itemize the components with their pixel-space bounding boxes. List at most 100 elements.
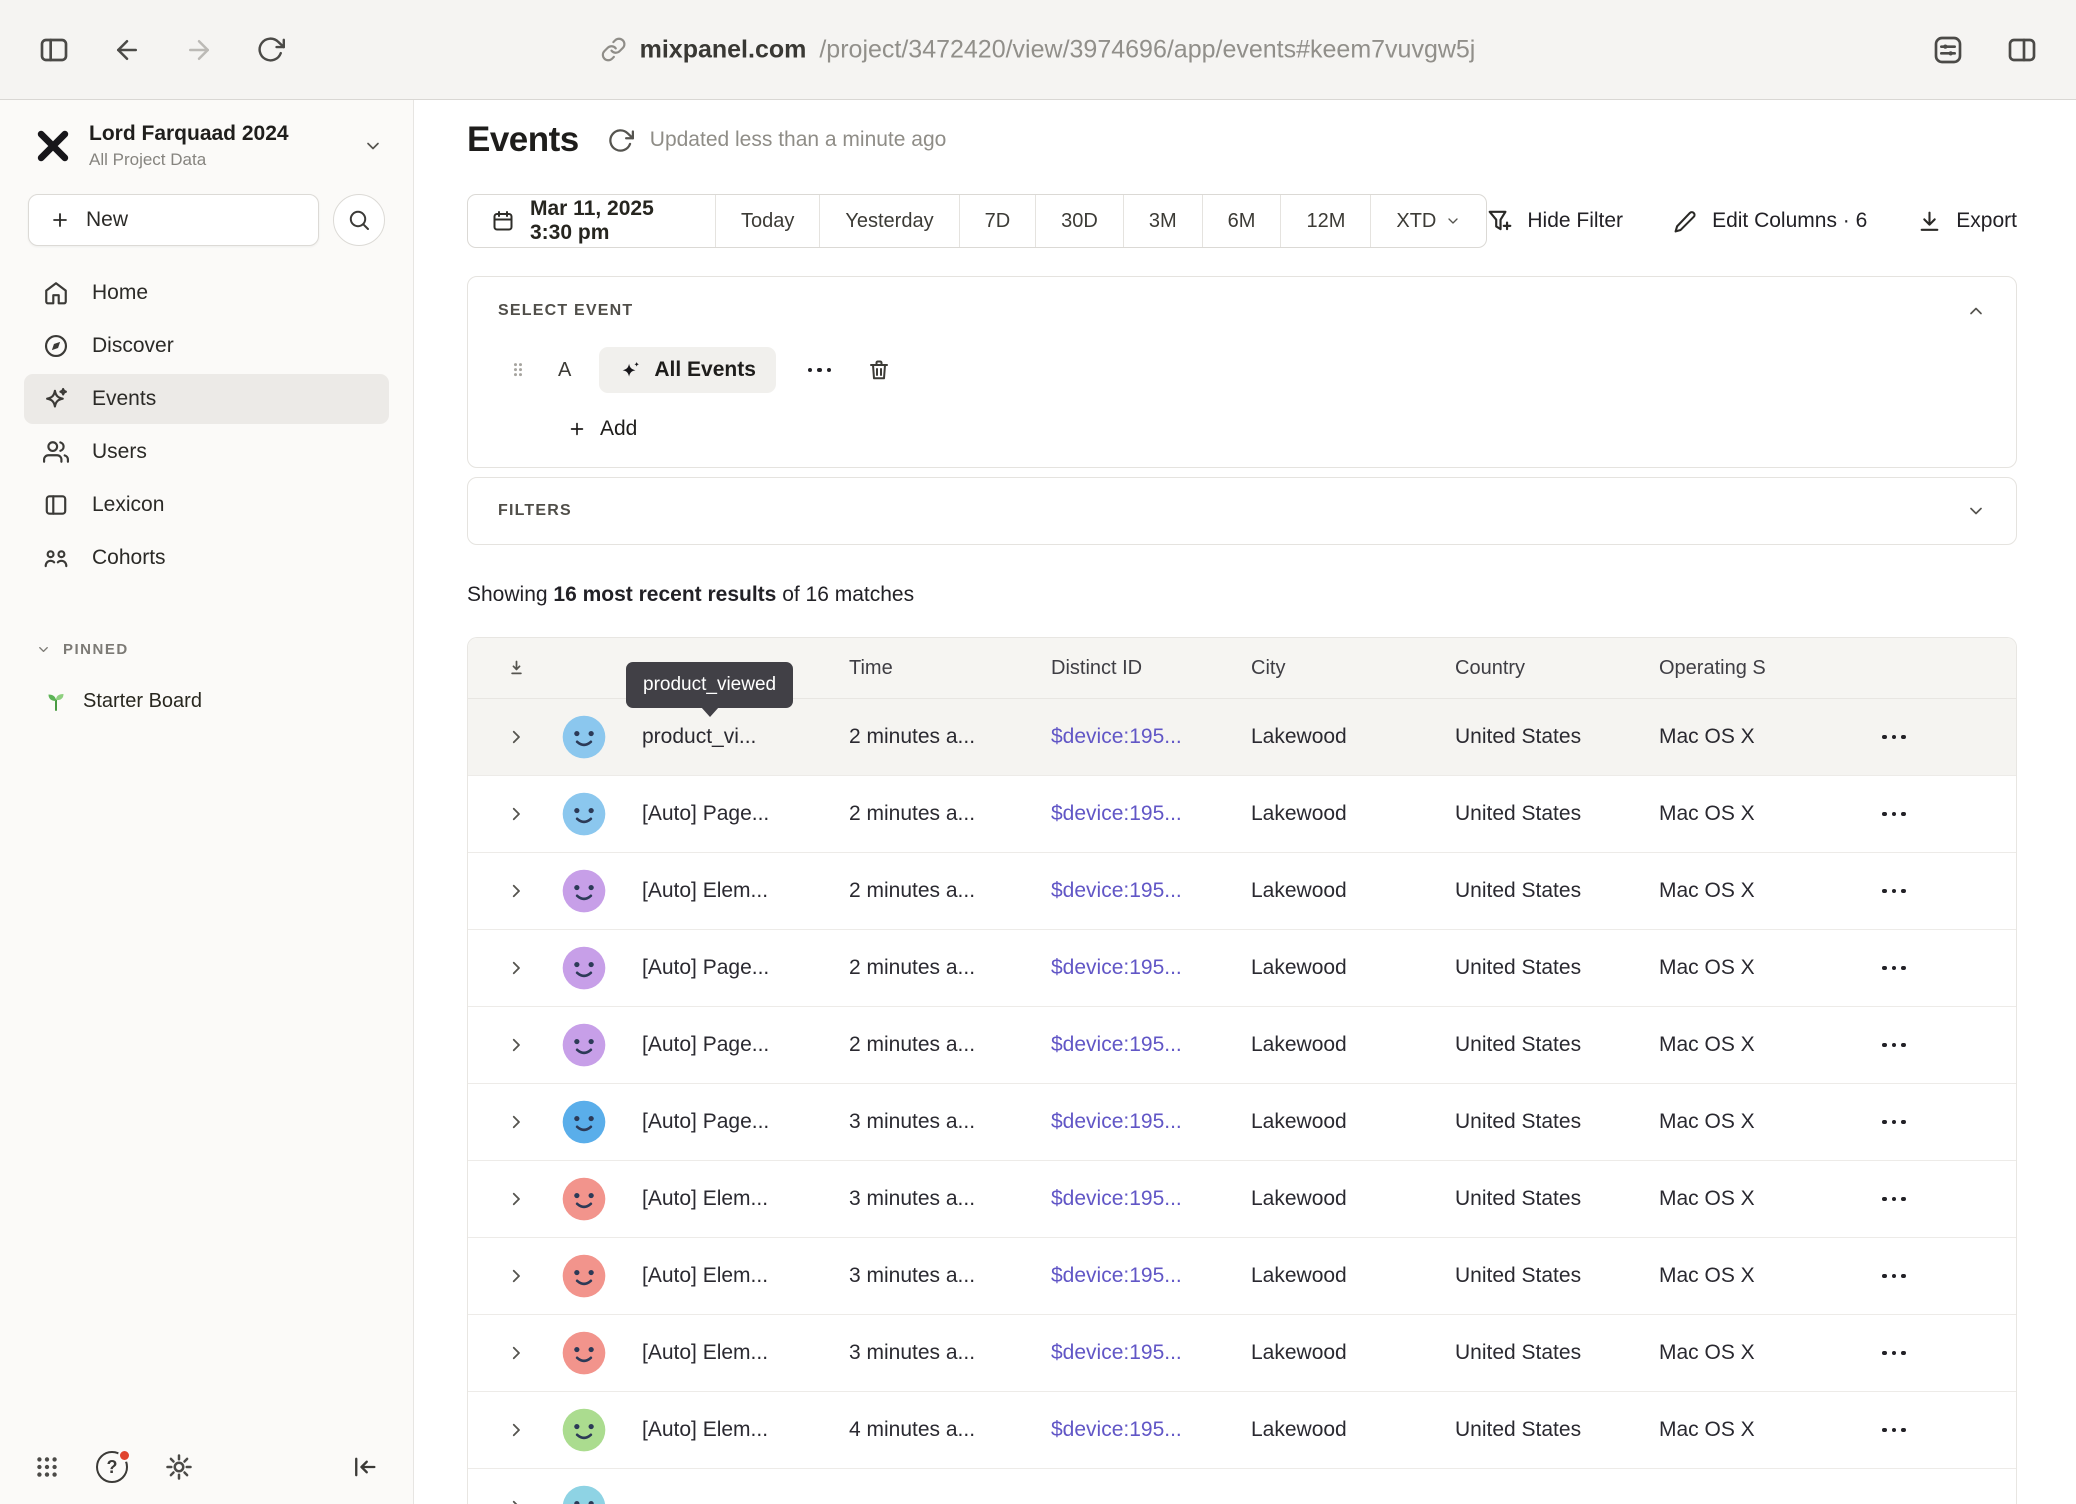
range-6m-button[interactable]: 6M <box>1202 195 1281 247</box>
event-name[interactable]: [Auto] Page... <box>620 956 832 980</box>
pinned-section-header[interactable]: PINNED <box>24 641 389 658</box>
row-more-button[interactable] <box>1874 727 1914 748</box>
distinct-id-link[interactable]: $device:195... <box>1036 725 1236 749</box>
row-more-button[interactable] <box>1874 1420 1914 1441</box>
row-expand-chevron-icon[interactable] <box>507 805 525 823</box>
column-header-city[interactable]: City <box>1236 657 1440 680</box>
distinct-id-link[interactable]: $device:195... <box>1036 879 1236 903</box>
browser-back-icon[interactable] <box>112 35 142 65</box>
drag-handle-icon[interactable] <box>508 359 528 381</box>
event-name[interactable]: [Auto] Elem... <box>620 1341 832 1365</box>
column-header-time[interactable]: Time <box>832 657 1036 680</box>
sidebar-item-lexicon[interactable]: Lexicon <box>24 480 389 530</box>
distinct-id-link[interactable]: $device:195... <box>1036 1264 1236 1288</box>
row-expand-chevron-icon[interactable] <box>507 1113 525 1131</box>
add-event-button[interactable]: Add <box>567 417 1986 441</box>
row-expand-chevron-icon[interactable] <box>507 1267 525 1285</box>
event-name[interactable]: [Auto] Page... <box>620 1033 832 1057</box>
column-header-country[interactable]: Country <box>1440 657 1644 680</box>
refresh-icon[interactable] <box>607 127 634 154</box>
new-button[interactable]: New <box>28 194 319 246</box>
date-picker-button[interactable]: Mar 11, 2025 3:30 pm <box>468 195 715 247</box>
row-expand-chevron-icon[interactable] <box>507 1036 525 1054</box>
distinct-id-link[interactable]: $device:195... <box>1036 956 1236 980</box>
range-30d-button[interactable]: 30D <box>1035 195 1123 247</box>
event-name[interactable]: [Auto] Page... <box>620 802 832 826</box>
distinct-id-link[interactable]: $device:195... <box>1036 1187 1236 1211</box>
row-expand-chevron-icon[interactable] <box>507 1421 525 1439</box>
help-button[interactable]: ? <box>96 1451 128 1483</box>
event-name[interactable]: [Auto] Elem... <box>620 1187 832 1211</box>
row-expand-chevron-icon[interactable] <box>507 1190 525 1208</box>
table-row[interactable]: [Auto] Elem...3 minutes a...$device:195.… <box>468 1161 2016 1238</box>
range-today-button[interactable]: Today <box>715 195 819 247</box>
row-expand-chevron-icon[interactable] <box>507 959 525 977</box>
filters-card[interactable]: FILTERS <box>467 477 2017 545</box>
row-more-button[interactable] <box>1874 1112 1914 1133</box>
sidebar-item-cohorts[interactable]: Cohorts <box>24 533 389 583</box>
apps-grid-icon[interactable] <box>34 1454 60 1480</box>
row-expand-chevron-icon[interactable] <box>507 1498 525 1504</box>
range-xtd-button[interactable]: XTD <box>1370 195 1486 247</box>
table-row[interactable]: [Auto] Page...2 minutes a...$device:195.… <box>468 930 2016 1007</box>
hide-filter-button[interactable]: Hide Filter <box>1487 208 1623 234</box>
collapse-sidebar-icon[interactable] <box>351 1453 379 1481</box>
row-more-button[interactable] <box>1874 1497 1914 1504</box>
settings-gear-icon[interactable] <box>164 1452 194 1482</box>
page-settings-icon[interactable] <box>1932 34 1964 66</box>
table-row[interactable]: [Auto] Page...2 minutes a...$device:195.… <box>468 776 2016 853</box>
row-more-button[interactable] <box>1874 1189 1914 1210</box>
all-events-chip[interactable]: All Events <box>599 347 776 393</box>
edit-columns-button[interactable]: Edit Columns · 6 <box>1673 209 1867 234</box>
row-expand-chevron-icon[interactable] <box>507 728 525 746</box>
range-3m-button[interactable]: 3M <box>1123 195 1202 247</box>
project-switcher[interactable]: Lord Farquaad 2024 All Project Data <box>34 122 383 170</box>
event-name[interactable]: [Auto] Page... <box>620 1110 832 1134</box>
trash-icon[interactable] <box>867 358 891 382</box>
row-more-button[interactable] <box>1874 1343 1914 1364</box>
browser-reload-icon[interactable] <box>256 35 285 64</box>
table-row[interactable]: [Auto] Elem...3 minutes a...$device:195.… <box>468 1238 2016 1315</box>
distinct-id-link[interactable]: $device:195... <box>1036 1110 1236 1134</box>
sidebar-item-starter-board[interactable]: Starter Board <box>24 678 389 724</box>
column-header-distinct-id[interactable]: Distinct ID <box>1036 657 1236 680</box>
column-header-os[interactable]: Operating S <box>1644 657 1868 680</box>
export-button[interactable]: Export <box>1917 209 2017 234</box>
table-row[interactable] <box>468 1469 2016 1504</box>
row-more-button[interactable] <box>1874 881 1914 902</box>
range-12m-button[interactable]: 12M <box>1280 195 1370 247</box>
sidebar-item-discover[interactable]: Discover <box>24 321 389 371</box>
range-7d-button[interactable]: 7D <box>959 195 1036 247</box>
browser-forward-icon[interactable] <box>184 35 214 65</box>
split-view-icon[interactable] <box>2006 34 2038 66</box>
row-expand-chevron-icon[interactable] <box>507 882 525 900</box>
distinct-id-link[interactable]: $device:195... <box>1036 1418 1236 1442</box>
row-expand-chevron-icon[interactable] <box>507 1344 525 1362</box>
distinct-id-link[interactable]: $device:195... <box>1036 1341 1236 1365</box>
event-name[interactable]: [Auto] Elem... <box>620 879 832 903</box>
search-button[interactable] <box>333 194 385 246</box>
sidebar-item-home[interactable]: Home <box>24 268 389 318</box>
table-row[interactable]: [Auto] Elem...2 minutes a...$device:195.… <box>468 853 2016 930</box>
browser-sidebar-toggle-icon[interactable] <box>38 34 70 66</box>
row-more-button[interactable] <box>1874 804 1914 825</box>
row-more-button[interactable] <box>1874 958 1914 979</box>
event-name[interactable]: [Auto] Elem... <box>620 1418 832 1442</box>
table-row[interactable]: [Auto] Elem...3 minutes a...$device:195.… <box>468 1315 2016 1392</box>
event-more-button[interactable] <box>800 360 840 381</box>
range-yesterday-button[interactable]: Yesterday <box>819 195 958 247</box>
event-name[interactable]: [Auto] Elem... <box>620 1264 832 1288</box>
distinct-id-link[interactable]: $device:195... <box>1036 1033 1236 1057</box>
table-row[interactable]: [Auto] Page...3 minutes a...$device:195.… <box>468 1084 2016 1161</box>
distinct-id-link[interactable]: $device:195... <box>1036 802 1236 826</box>
jump-to-latest-icon[interactable] <box>506 658 527 679</box>
row-more-button[interactable] <box>1874 1266 1914 1287</box>
table-row[interactable]: [Auto] Page...2 minutes a...$device:195.… <box>468 1007 2016 1084</box>
table-row[interactable]: [Auto] Elem...4 minutes a...$device:195.… <box>468 1392 2016 1469</box>
row-more-button[interactable] <box>1874 1035 1914 1056</box>
sidebar-item-events[interactable]: Events <box>24 374 389 424</box>
sidebar-item-users[interactable]: Users <box>24 427 389 477</box>
chevron-up-icon[interactable] <box>1966 301 1986 321</box>
chevron-down-icon[interactable] <box>1966 501 1986 521</box>
address-bar[interactable]: mixpanel.com/project/3472420/view/397469… <box>601 35 1476 64</box>
